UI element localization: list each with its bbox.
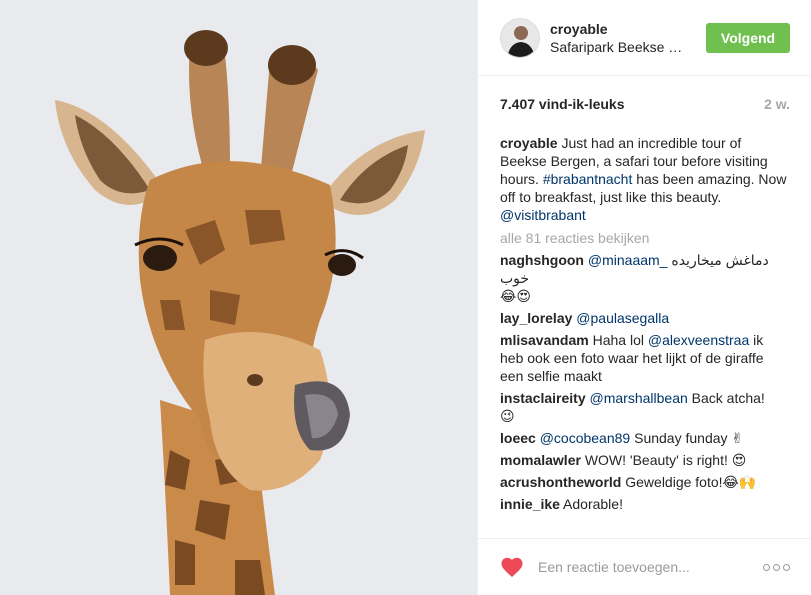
post-photo[interactable] [0,0,477,595]
follow-button[interactable]: Volgend [706,22,790,53]
comment-emoji: 😂😍 [500,288,531,304]
comment-username[interactable]: lay_lorelay [500,310,572,326]
comment-item: instaclaireity @marshallbean Back atcha!… [500,389,790,425]
post-time[interactable]: 2 w. [764,96,790,112]
post-stats: 7.407 vind-ik-leuks 2 w. [478,76,811,112]
post-footer [478,538,811,595]
comment-item: acrushontheworld Geweldige foto!😂🙌 [500,473,790,491]
comment-item: naghshgoon @minaaam_ دماغش میخاریده خوب … [500,251,790,305]
post-location[interactable]: Safaripark Beekse Bergen [550,38,690,56]
post-header: croyable Safaripark Beekse Bergen Volgen… [478,0,811,76]
more-options-icon[interactable] [763,563,790,571]
comment-username[interactable]: instaclaireity [500,390,586,406]
view-all-comments-link[interactable]: alle 81 reacties bekijken [500,229,790,247]
dot-icon [773,563,780,571]
comment-text: WOW! 'Beauty' is right! [580,452,732,468]
comments-section: croyable Just had an incredible tour of … [478,134,811,513]
comment-text: Back atcha! [687,390,765,406]
comment-item: loeec @cocobean89 Sunday funday ✌ [500,429,790,447]
comment-mention[interactable]: @minaaam_ [588,252,668,268]
comment-text: Geweldige foto! [621,474,723,490]
comment-username[interactable]: loeec [500,430,536,446]
comment-username[interactable]: momalawler [500,452,581,468]
comment-emoji: ✌ [731,430,744,446]
comment-username[interactable]: innie_ike [500,496,560,512]
giraffe-illustration [0,0,477,595]
comment-text: Adorable! [559,496,623,512]
caption-mention[interactable]: @visitbrabant [500,207,586,223]
user-avatar-icon [501,18,539,57]
user-info: croyable Safaripark Beekse Bergen [550,20,706,56]
post-sidebar: croyable Safaripark Beekse Bergen Volgen… [477,0,811,595]
heart-icon[interactable] [500,556,524,578]
comment-username[interactable]: mlisavandam [500,332,589,348]
comment-username[interactable]: naghshgoon [500,252,584,268]
comment-text: Sunday funday [630,430,732,446]
comment-mention[interactable]: @paulasegalla [576,310,669,326]
caption-hashtag[interactable]: #brabantnacht [543,171,633,187]
comment-mention[interactable]: @marshallbean [590,390,688,406]
dot-icon [783,563,790,571]
post-caption: croyable Just had an incredible tour of … [500,134,790,224]
dot-icon [763,563,770,571]
comment-emoji: 😉 [500,408,515,424]
comment-item: innie_ike Adorable! [500,495,790,513]
comment-username[interactable]: acrushontheworld [500,474,621,490]
post-username[interactable]: croyable [550,20,706,38]
comment-item: momalawler WOW! 'Beauty' is right! 😍 [500,451,790,469]
comment-text-pre: Haha lol [588,332,648,348]
comment-emoji: 😍 [731,452,747,468]
comment-mention[interactable]: @cocobean89 [540,430,631,446]
likes-count[interactable]: 7.407 vind-ik-leuks [500,96,625,112]
instagram-post: croyable Safaripark Beekse Bergen Volgen… [0,0,811,595]
comment-emoji: 😂🙌 [722,474,757,490]
comment-item: lay_lorelay @paulasegalla [500,309,790,327]
add-comment-input[interactable] [536,558,763,576]
comment-item: mlisavandam Haha lol @alexveenstraa ik h… [500,331,790,385]
avatar[interactable] [500,17,540,58]
comment-mention[interactable]: @alexveenstraa [648,332,749,348]
caption-username[interactable]: croyable [500,135,558,151]
